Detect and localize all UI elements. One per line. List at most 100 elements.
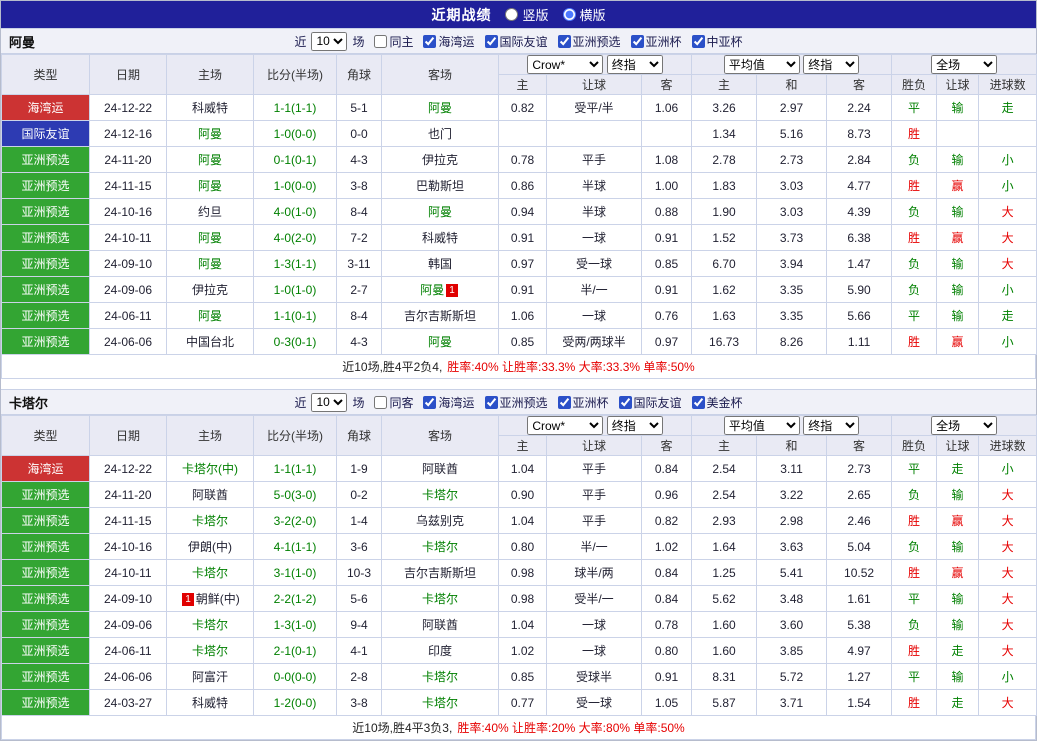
bookmaker-select[interactable]: Crow* <box>527 416 603 435</box>
odds-away: 0.91 <box>642 664 692 690</box>
avg-away: 2.65 <box>827 482 892 508</box>
home-team: 科威特 <box>167 690 254 716</box>
col-header-away: 客场 <box>382 416 499 456</box>
result-goals: 大 <box>979 690 1037 716</box>
league-filter-checkbox[interactable]: 国际友谊 <box>485 33 548 50</box>
league-checkbox-input[interactable] <box>423 396 436 409</box>
league-checkbox-input[interactable] <box>485 35 498 48</box>
full-match-header: 全场 <box>892 416 1037 436</box>
odds-handicap: 受一球 <box>547 690 642 716</box>
avg-home: 16.73 <box>692 329 757 355</box>
league-filter-checkbox[interactable]: 亚洲杯 <box>631 33 682 50</box>
odds-home: 1.04 <box>499 612 547 638</box>
league-checkbox-input[interactable] <box>619 396 632 409</box>
league-filter-checkbox[interactable]: 国际友谊 <box>619 394 682 411</box>
score: 2-1(0-1) <box>254 638 337 664</box>
odds-stage-select[interactable]: 终指 <box>607 55 663 74</box>
recent-count-select[interactable]: 10 <box>311 32 347 51</box>
league-checkbox-input[interactable] <box>631 35 644 48</box>
match-date: 24-10-11 <box>90 225 167 251</box>
avg-draw: 3.35 <box>757 277 827 303</box>
away-team: 卡塔尔 <box>382 664 499 690</box>
avg-draw: 3.85 <box>757 638 827 664</box>
result-goals: 小 <box>979 147 1037 173</box>
recent-label: 近 <box>294 394 306 411</box>
col-header-home: 主场 <box>167 55 254 95</box>
league-filter-checkbox[interactable]: 亚洲预选 <box>485 394 548 411</box>
league-filter-checkbox[interactable]: 美金杯 <box>692 394 743 411</box>
competition-type: 亚洲预选 <box>2 586 90 612</box>
col-header-avg-draw: 和 <box>757 436 827 456</box>
recent-count-select[interactable]: 10 <box>311 393 347 412</box>
result-handicap: 赢 <box>937 225 979 251</box>
league-filter-checkbox[interactable]: 海湾运 <box>423 33 474 50</box>
home-team: 阿曼 <box>167 303 254 329</box>
same-venue-checkbox-input[interactable] <box>374 35 387 48</box>
league-checkbox-input[interactable] <box>558 35 571 48</box>
full-match-select[interactable]: 全场 <box>931 55 997 74</box>
odds-home: 0.98 <box>499 560 547 586</box>
league-checkbox-input[interactable] <box>692 396 705 409</box>
score: 0-0(0-0) <box>254 664 337 690</box>
average-select[interactable]: 平均值 <box>724 416 800 435</box>
layout-horizontal-radio[interactable]: 横版 <box>563 5 606 24</box>
odds-home: 0.98 <box>499 586 547 612</box>
away-team: 卡塔尔 <box>382 534 499 560</box>
odds-away: 0.84 <box>642 586 692 612</box>
league-checkbox-input[interactable] <box>692 35 705 48</box>
avg-home: 1.64 <box>692 534 757 560</box>
same-venue-label: 同主 <box>389 33 413 50</box>
result-winloss: 胜 <box>892 560 937 586</box>
avg-away: 4.77 <box>827 173 892 199</box>
average-stage-select[interactable]: 终指 <box>803 55 859 74</box>
home-team: 卡塔尔 <box>167 560 254 586</box>
result-winloss: 胜 <box>892 173 937 199</box>
same-venue-checkbox[interactable]: 同客 <box>374 394 413 411</box>
avg-away: 5.38 <box>827 612 892 638</box>
result-handicap: 输 <box>937 303 979 329</box>
layout-vertical-radio[interactable]: 竖版 <box>505 5 548 24</box>
horizontal-radio-input[interactable] <box>563 8 576 21</box>
avg-away: 1.61 <box>827 586 892 612</box>
bookmaker-select[interactable]: Crow* <box>527 55 603 74</box>
odds-home: 0.90 <box>499 482 547 508</box>
avg-draw: 3.94 <box>757 251 827 277</box>
odds-away: 0.91 <box>642 225 692 251</box>
result-goals: 大 <box>979 612 1037 638</box>
result-winloss: 平 <box>892 664 937 690</box>
same-venue-checkbox[interactable]: 同主 <box>374 33 413 50</box>
league-checkbox-input[interactable] <box>423 35 436 48</box>
recent-results-panel: 近期战绩 竖版 横版 阿曼 近10场同主海湾运国际友谊亚洲预选亚洲杯中亚杯 类型… <box>0 0 1037 741</box>
league-checkbox-input[interactable] <box>558 396 571 409</box>
full-match-select[interactable]: 全场 <box>931 416 997 435</box>
home-team: 卡塔尔 <box>167 638 254 664</box>
score: 5-0(3-0) <box>254 482 337 508</box>
league-filter-checkbox[interactable]: 海湾运 <box>423 394 474 411</box>
match-row: 亚洲预选24-06-11阿曼1-1(0-1)8-4吉尔吉斯斯坦1.06一球0.7… <box>2 303 1037 329</box>
average-odds-header: 平均值 终指 <box>692 416 892 436</box>
odds-handicap <box>547 121 642 147</box>
average-select[interactable]: 平均值 <box>724 55 800 74</box>
odds-handicap: 一球 <box>547 612 642 638</box>
same-venue-checkbox-input[interactable] <box>374 396 387 409</box>
avg-home: 1.83 <box>692 173 757 199</box>
average-stage-select[interactable]: 终指 <box>803 416 859 435</box>
league-filter-checkbox[interactable]: 亚洲杯 <box>558 394 609 411</box>
league-filter-checkbox[interactable]: 中亚杯 <box>692 33 743 50</box>
competition-type: 亚洲预选 <box>2 199 90 225</box>
avg-draw: 5.72 <box>757 664 827 690</box>
match-row: 亚洲预选24-09-06卡塔尔1-3(1-0)9-4阿联酋1.04一球0.781… <box>2 612 1037 638</box>
table-header: 类型 日期 主场 比分(半场) 角球 客场 Crow* 终指 平均值 终指 <box>2 416 1037 456</box>
result-goals: 小 <box>979 173 1037 199</box>
league-filter-checkbox[interactable]: 亚洲预选 <box>558 33 621 50</box>
vertical-radio-input[interactable] <box>505 8 518 21</box>
result-handicap: 输 <box>937 586 979 612</box>
away-team: 阿联酋 <box>382 612 499 638</box>
odds-stage-select[interactable]: 终指 <box>607 416 663 435</box>
odds-away: 0.96 <box>642 482 692 508</box>
col-header-odds-away: 客 <box>642 436 692 456</box>
league-checkbox-input[interactable] <box>485 396 498 409</box>
col-header-type: 类型 <box>2 416 90 456</box>
away-team: 乌兹别克 <box>382 508 499 534</box>
home-team: 阿富汗 <box>167 664 254 690</box>
